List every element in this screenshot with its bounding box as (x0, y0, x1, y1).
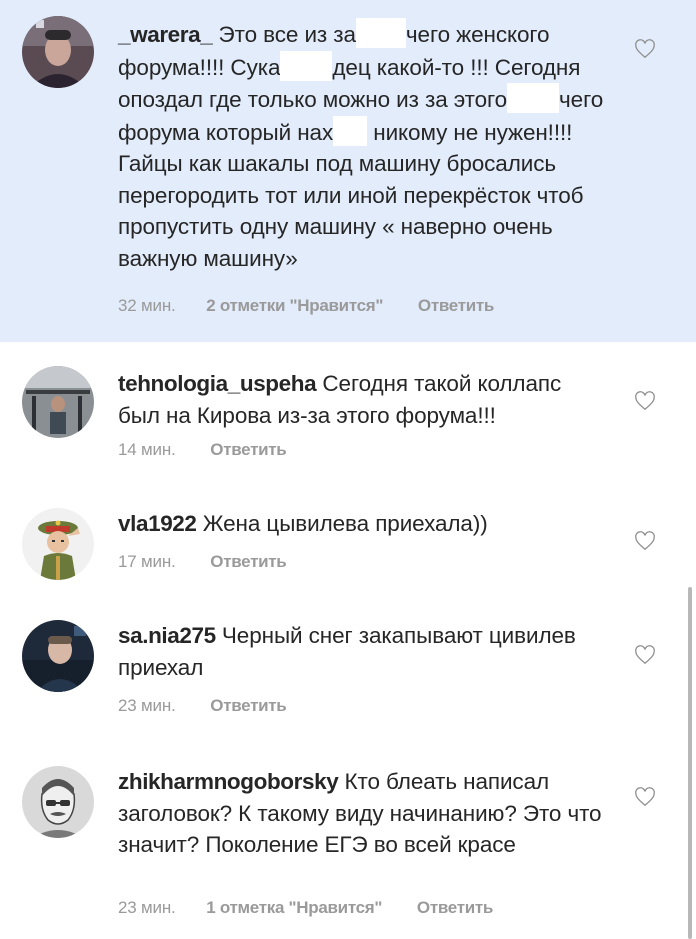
censor-block (507, 83, 560, 113)
comment-item: vla1922 Жена цывилева приехала)) 17 мин.… (0, 472, 696, 590)
like-heart-icon[interactable] (634, 530, 656, 552)
avatar-photo-icon (22, 16, 94, 88)
comment-time: 23 мин. (118, 898, 176, 917)
like-heart-icon[interactable] (634, 38, 656, 60)
comment-item: zhikharmnogoborsky Кто блеать написал за… (0, 720, 696, 939)
comment-username[interactable]: _warera_ (118, 22, 213, 47)
avatar[interactable] (22, 366, 94, 438)
comment-text: Это все из за (218, 22, 356, 47)
avatar-photo-icon (22, 620, 94, 692)
comment-meta: 23 мин. 1 отметка "Нравится" Ответить (118, 898, 493, 918)
like-heart-icon[interactable] (634, 786, 656, 808)
avatar[interactable] (22, 16, 94, 88)
comments-feed: _warera_ Это все из за чего женского фору… (0, 0, 696, 939)
avatar-gym-icon (22, 366, 94, 438)
comment-item: tehnologia_uspeha Сегодня такой коллапс … (0, 342, 696, 472)
comment-item: sa.nia275 Черный снег закапывают цивилев… (0, 590, 696, 720)
comment-body: sa.nia275 Черный снег закапывают цивилев… (118, 620, 608, 683)
comment-meta: 23 мин. Ответить (118, 696, 287, 716)
comment-meta: 14 мин. Ответить (118, 440, 287, 460)
comment-meta: 32 мин. 2 отметки "Нравится" Ответить (118, 296, 494, 316)
comment-item: _warera_ Это все из за чего женского фору… (0, 0, 696, 342)
comment-username[interactable]: zhikharmnogoborsky (118, 769, 339, 794)
avatar[interactable] (22, 508, 94, 580)
comment-time: 14 мин. (118, 440, 176, 459)
likes-count-link[interactable]: 1 отметка "Нравится" (206, 898, 382, 917)
comment-username[interactable]: tehnologia_uspeha (118, 371, 317, 396)
censor-block (280, 50, 333, 81)
avatar-sketch-icon (22, 766, 94, 838)
avatar-soldier-icon (22, 508, 94, 580)
comment-body: vla1922 Жена цывилева приехала)) (118, 508, 608, 540)
reply-button[interactable]: Ответить (210, 440, 286, 459)
comment-username[interactable]: vla1922 (118, 511, 197, 536)
comment-body: zhikharmnogoborsky Кто блеать написал за… (118, 766, 608, 861)
like-heart-icon[interactable] (634, 390, 656, 412)
like-heart-icon[interactable] (634, 644, 656, 666)
comment-time: 32 мин. (118, 296, 176, 315)
reply-button[interactable]: Ответить (417, 898, 493, 917)
censor-block (355, 18, 406, 48)
comment-username[interactable]: sa.nia275 (118, 623, 216, 648)
avatar[interactable] (22, 766, 94, 838)
comment-time: 17 мин. (118, 552, 176, 571)
comment-body: _warera_ Это все из за чего женского фору… (118, 18, 608, 274)
reply-button[interactable]: Ответить (210, 552, 286, 571)
reply-button[interactable]: Ответить (418, 296, 494, 315)
censor-block (333, 115, 368, 146)
comment-time: 23 мин. (118, 696, 176, 715)
comment-meta: 17 мин. Ответить (118, 552, 287, 572)
comment-text: Жена цывилева приехала)) (202, 511, 488, 536)
reply-button[interactable]: Ответить (210, 696, 286, 715)
comment-body: tehnologia_uspeha Сегодня такой коллапс … (118, 368, 608, 431)
scrollbar[interactable] (688, 587, 692, 939)
avatar[interactable] (22, 620, 94, 692)
likes-count-link[interactable]: 2 отметки "Нравится" (206, 296, 383, 315)
